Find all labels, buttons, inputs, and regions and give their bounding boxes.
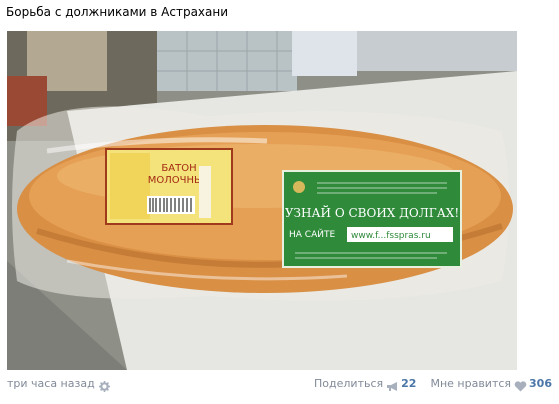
heart-icon xyxy=(514,379,527,391)
like-button[interactable]: Мне нравится 306 xyxy=(430,374,552,394)
photo-canvas: БАТОН МОЛОЧНЫЙ УЗНАЙ О СВОИХ ДОЛГАХ! НА … xyxy=(7,31,517,370)
share-label: Поделиться xyxy=(314,377,384,390)
price-tag-line1: БАТОН xyxy=(161,163,196,174)
share-count: 22 xyxy=(401,377,417,390)
debt-notice-url: www.f...fsspras.ru xyxy=(351,231,431,241)
gear-icon[interactable] xyxy=(98,379,110,392)
debt-notice-headline: УЗНАЙ О СВОИХ ДОЛГАХ! xyxy=(285,204,459,220)
debt-notice-label: УЗНАЙ О СВОИХ ДОЛГАХ! НА САЙТЕ www.f...f… xyxy=(282,170,462,268)
post-photo[interactable]: БАТОН МОЛОЧНЫЙ УЗНАЙ О СВОИХ ДОЛГАХ! НА … xyxy=(7,31,517,370)
post-title: Борьба с должниками в Астрахани xyxy=(6,5,229,19)
like-label: Мне нравится xyxy=(430,377,512,390)
share-button[interactable]: Поделиться 22 xyxy=(314,374,416,394)
post-meta: три часа назад xyxy=(7,374,110,394)
post-footer: три часа назад Поделиться 22 Мне нравитс… xyxy=(0,374,559,394)
post-time[interactable]: три часа назад xyxy=(7,374,95,394)
price-tag: БАТОН МОЛОЧНЫЙ xyxy=(105,148,233,225)
post-actions: Поделиться 22 Мне нравится 306 xyxy=(314,374,552,394)
like-count: 306 xyxy=(529,377,552,390)
debt-notice-site-prefix: НА САЙТЕ xyxy=(289,228,335,240)
megaphone-icon xyxy=(386,379,399,391)
